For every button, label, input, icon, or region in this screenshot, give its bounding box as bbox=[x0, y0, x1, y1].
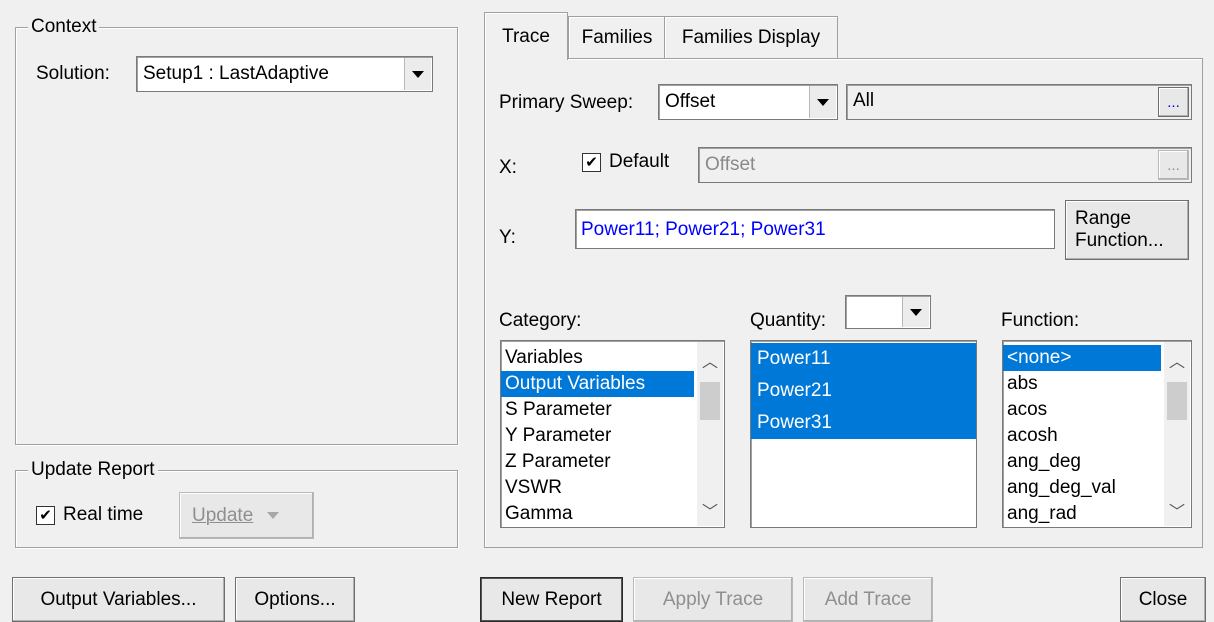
ellipsis-icon: ... bbox=[1167, 93, 1180, 111]
category-item[interactable]: Gamma bbox=[501, 501, 724, 527]
quantity-label: Quantity: bbox=[750, 310, 827, 331]
category-item[interactable]: Output Variables bbox=[501, 371, 694, 397]
x-value: Offset bbox=[705, 154, 756, 175]
category-item[interactable]: Y Parameter bbox=[501, 423, 724, 449]
range-function-button[interactable]: Range Function... bbox=[1065, 200, 1189, 260]
check-icon[interactable]: ✔ bbox=[582, 152, 601, 172]
quantity-filter-dropdown-button[interactable] bbox=[902, 297, 929, 327]
primary-sweep-select[interactable]: Offset bbox=[658, 84, 838, 120]
y-label: Y: bbox=[499, 227, 516, 248]
quantity-item[interactable]: Power11 bbox=[751, 343, 976, 375]
quantity-filter-select[interactable] bbox=[845, 295, 931, 329]
function-scrollbar[interactable]: ︿ ﹀ bbox=[1164, 342, 1190, 526]
category-scroll-thumb[interactable] bbox=[700, 382, 720, 420]
default-label: Default bbox=[609, 151, 670, 172]
function-item[interactable]: ang_deg bbox=[1003, 449, 1191, 475]
function-scroll-thumb[interactable] bbox=[1167, 382, 1187, 420]
primary-sweep-value: Offset bbox=[665, 91, 716, 112]
sweep-range-field[interactable]: All bbox=[846, 84, 1192, 120]
primary-sweep-dropdown-button[interactable] bbox=[809, 86, 836, 118]
range-function-label-2: Function... bbox=[1075, 230, 1164, 251]
range-function-label-1: Range bbox=[1075, 208, 1131, 229]
category-item[interactable]: Variables bbox=[501, 345, 724, 371]
chevron-down-icon bbox=[817, 98, 829, 106]
x-label: X: bbox=[499, 157, 517, 178]
function-list[interactable]: <none> abs acos acosh ang_deg ang_deg_val ang_… bbox=[1002, 340, 1192, 528]
function-item[interactable]: acosh bbox=[1003, 423, 1191, 449]
function-item[interactable]: abs bbox=[1003, 371, 1191, 397]
category-item[interactable]: S Parameter bbox=[501, 397, 724, 423]
chevron-down-icon[interactable]: ﹀ bbox=[697, 498, 723, 522]
chevron-up-icon[interactable]: ︿ bbox=[1164, 348, 1190, 372]
category-item[interactable]: VSWR bbox=[501, 475, 724, 501]
function-label: Function: bbox=[1001, 310, 1080, 331]
y-value: Power11; Power21; Power31 bbox=[581, 219, 826, 240]
function-item[interactable]: acos bbox=[1003, 397, 1191, 423]
category-scrollbar[interactable]: ︿ ﹀ bbox=[697, 342, 723, 526]
default-checkbox[interactable]: ✔ Default bbox=[582, 151, 669, 173]
category-item[interactable]: Z Parameter bbox=[501, 449, 724, 475]
function-item[interactable]: <none> bbox=[1003, 345, 1161, 371]
chevron-down-icon[interactable]: ﹀ bbox=[1164, 498, 1190, 522]
y-field[interactable]: Power11; Power21; Power31 bbox=[575, 209, 1055, 249]
function-item[interactable]: ang_rad bbox=[1003, 501, 1191, 527]
x-field[interactable]: Offset bbox=[698, 147, 1192, 183]
sweep-range-browse-button[interactable]: ... bbox=[1158, 87, 1189, 117]
category-label: Category: bbox=[499, 310, 582, 331]
chevron-up-icon[interactable]: ︿ bbox=[697, 348, 723, 372]
sweep-range-value: All bbox=[853, 90, 875, 111]
quantity-list[interactable]: Power11 Power21 Power31 bbox=[750, 340, 977, 528]
function-item[interactable]: ang_deg_val bbox=[1003, 475, 1191, 501]
primary-sweep-label: Primary Sweep: bbox=[499, 92, 634, 113]
chevron-down-icon bbox=[910, 308, 922, 316]
ellipsis-icon: ... bbox=[1167, 156, 1180, 174]
quantity-item[interactable]: Power31 bbox=[751, 407, 976, 439]
quantity-item[interactable]: Power21 bbox=[751, 375, 976, 407]
x-browse-button[interactable]: ... bbox=[1158, 150, 1189, 180]
category-list[interactable]: Variables Output Variables S Parameter Y Pa… bbox=[500, 340, 725, 528]
